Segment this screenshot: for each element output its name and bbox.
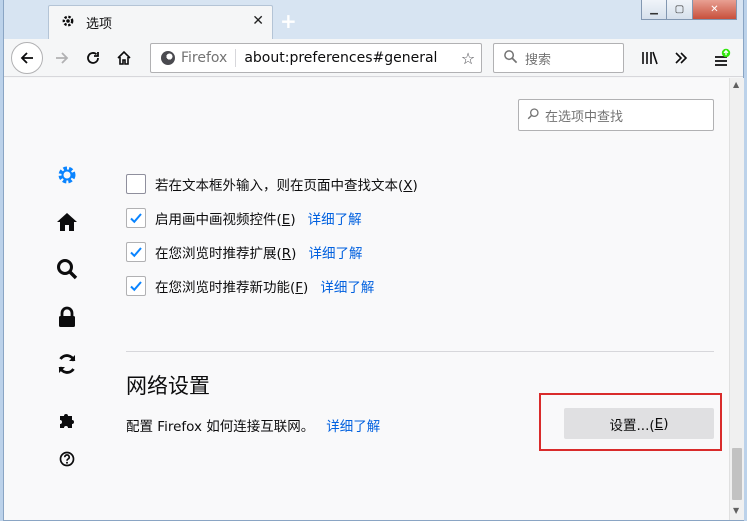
tab-title: 选项 — [86, 17, 113, 32]
option-find-as-you-type: 若在文本框外输入，则在页面中查找文本(X) — [126, 173, 418, 195]
search-placeholder: 搜索 — [525, 52, 552, 68]
learn-more-link[interactable]: 详细了解 — [326, 415, 380, 435]
identity-label: Firefox — [181, 49, 237, 67]
navigation-toolbar: Firefox about:preferences#general ☆ 搜索 — [4, 39, 743, 77]
network-description: 配置 Firefox 如何连接互联网。 详细了解 — [126, 415, 380, 435]
sync-icon — [58, 354, 76, 374]
option-label: 若在文本框外输入，则在页面中查找文本(X) — [155, 178, 418, 194]
vertical-scrollbar[interactable]: ▲ ▼ — [729, 78, 744, 520]
forward-arrow-icon — [56, 52, 69, 64]
network-settings-title: 网络设置 — [126, 374, 210, 398]
gear-icon — [60, 13, 78, 33]
option-label: 在您浏览时推荐扩展(R) — [155, 246, 297, 262]
find-in-options-input[interactable]: 在选项中查找 — [518, 99, 714, 131]
url-text[interactable]: about:preferences#general — [244, 50, 455, 66]
tab-options[interactable]: 选项 ✕ — [48, 5, 273, 39]
option-recommend-extensions: 在您浏览时推荐扩展(R) 详细了解 — [126, 241, 362, 263]
new-tab-icon[interactable]: + — [280, 9, 297, 33]
sidebar-item-privacy[interactable] — [50, 300, 84, 334]
sidebar-item-general[interactable] — [50, 158, 84, 192]
checkbox-checked[interactable] — [126, 242, 146, 262]
section-divider — [126, 351, 714, 352]
firefox-icon — [161, 51, 175, 65]
sidebar-item-home[interactable] — [50, 205, 84, 239]
tab-bar: 选项 ✕ + ▁ ▢ ✕ — [4, 0, 743, 39]
scroll-down-icon[interactable]: ▼ — [733, 506, 739, 515]
hamburger-menu-icon — [715, 48, 731, 66]
scrollbar-thumb[interactable] — [732, 448, 742, 500]
home-icon — [117, 50, 131, 65]
search-icon — [57, 259, 78, 280]
network-description-text: 配置 Firefox 如何连接互联网。 — [126, 419, 315, 435]
sidebar-item-support[interactable] — [50, 442, 84, 476]
sidebar-item-extensions[interactable] — [50, 403, 84, 437]
browser-window: 选项 ✕ + ▁ ▢ ✕ Firefox about:preferences#g… — [3, 0, 744, 521]
checkbox-checked[interactable] — [126, 208, 146, 228]
checkbox-checked[interactable] — [126, 276, 146, 296]
window-controls: ▁ ▢ ✕ — [641, 0, 737, 20]
menu-button[interactable] — [707, 43, 737, 73]
gear-icon — [58, 166, 76, 184]
lock-icon — [59, 306, 75, 327]
checkmark-icon — [130, 247, 142, 258]
sidebar-item-search[interactable] — [50, 252, 84, 286]
sidebar-item-sync[interactable] — [50, 347, 84, 381]
back-button[interactable] — [11, 42, 43, 74]
search-icon — [527, 107, 540, 124]
learn-more-link[interactable]: 详细了解 — [320, 276, 374, 296]
library-icon — [642, 51, 658, 65]
option-recommend-features: 在您浏览时推荐新功能(F) 详细了解 — [126, 275, 374, 297]
scroll-up-icon[interactable]: ▲ — [733, 80, 739, 89]
close-icon[interactable]: ✕ — [693, 0, 737, 20]
home-icon — [57, 213, 77, 231]
learn-more-link[interactable]: 详细了解 — [308, 242, 362, 262]
library-button[interactable] — [635, 43, 665, 73]
back-arrow-icon — [20, 52, 33, 64]
help-icon — [59, 451, 75, 467]
search-bar[interactable]: 搜索 — [493, 43, 624, 73]
option-label: 启用画中画视频控件(E) — [155, 212, 296, 228]
option-label: 在您浏览时推荐新功能(F) — [155, 280, 309, 296]
preferences-content: 在选项中查找 若在文本框外输入，则在页面中查找文本(X) 启用画中画视频控件(E… — [4, 78, 729, 520]
overflow-button[interactable] — [666, 43, 696, 73]
highlight-box — [539, 393, 722, 451]
checkbox-unchecked[interactable] — [126, 174, 146, 194]
forward-button[interactable] — [47, 43, 77, 73]
option-picture-in-picture: 启用画中画视频控件(E) 详细了解 — [126, 207, 362, 229]
search-icon — [503, 49, 519, 68]
double-chevron-icon — [675, 52, 688, 64]
bookmark-star-icon[interactable]: ☆ — [455, 49, 481, 68]
puzzle-icon — [60, 414, 74, 428]
reload-button[interactable] — [78, 43, 108, 73]
url-bar[interactable]: Firefox about:preferences#general ☆ — [150, 43, 482, 73]
minimize-icon[interactable]: ▁ — [641, 0, 667, 20]
checkmark-icon — [130, 213, 142, 224]
find-placeholder: 在选项中查找 — [545, 109, 624, 125]
checkmark-icon — [130, 281, 142, 292]
reload-icon — [87, 52, 99, 64]
maximize-icon[interactable]: ▢ — [667, 0, 693, 20]
close-tab-icon[interactable]: ✕ — [252, 13, 264, 29]
home-button[interactable] — [109, 43, 139, 73]
learn-more-link[interactable]: 详细了解 — [308, 208, 362, 228]
